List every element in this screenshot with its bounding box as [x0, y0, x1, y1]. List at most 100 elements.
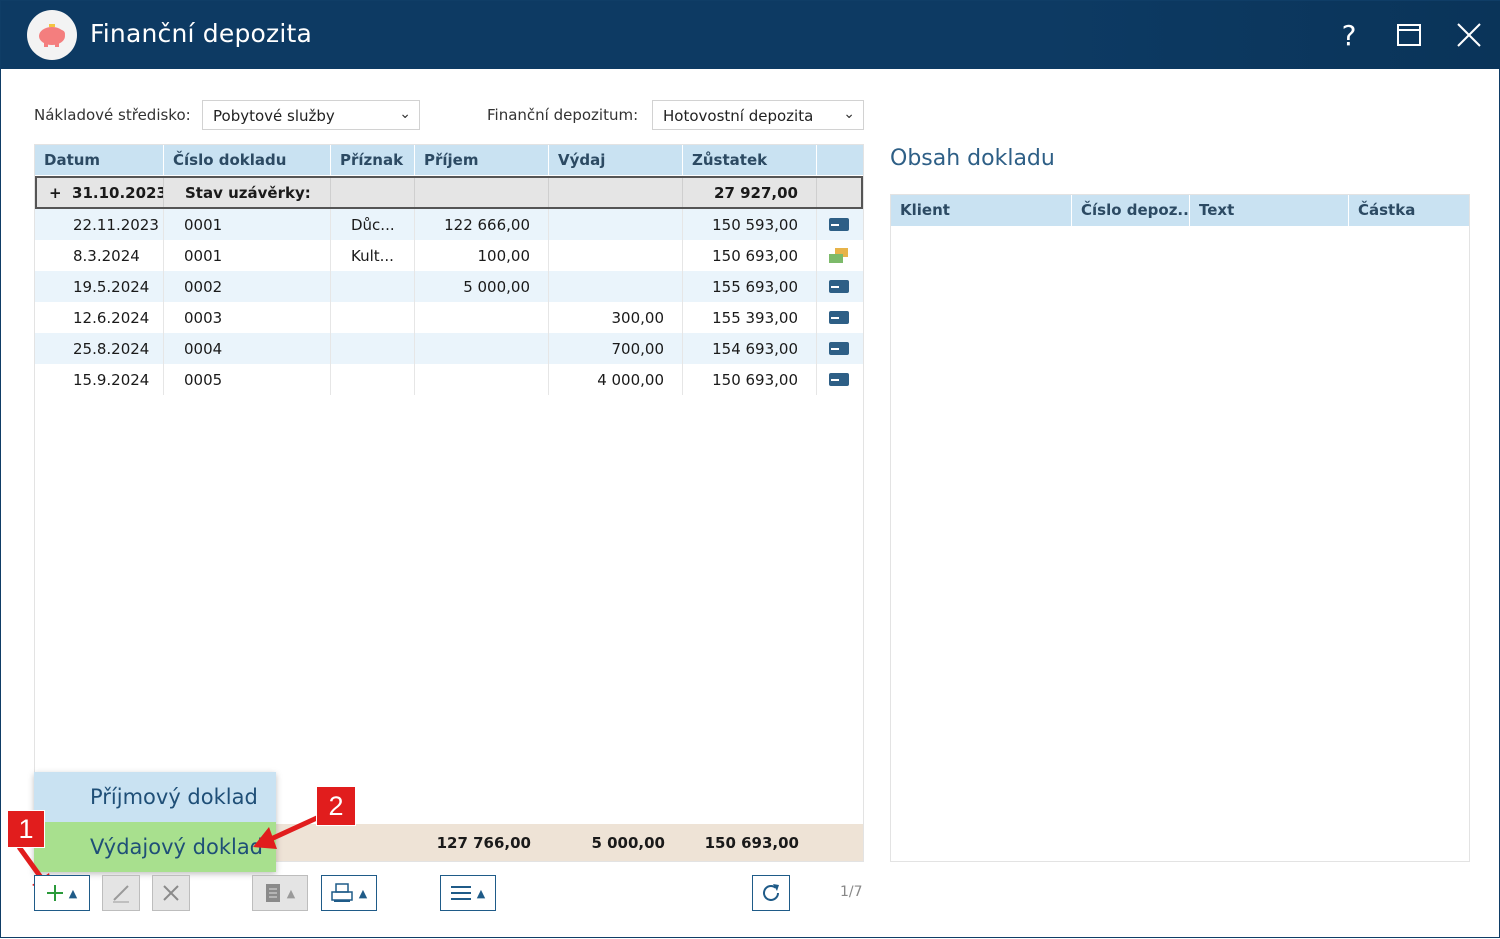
- cell-income: [415, 333, 549, 364]
- summary-date-cell: + 31.10.2023: [37, 178, 164, 207]
- refresh-button[interactable]: [752, 875, 790, 911]
- annotation-marker-2: 2: [316, 786, 356, 826]
- card-icon: [829, 373, 849, 386]
- expand-icon[interactable]: +: [49, 184, 62, 202]
- summary-row[interactable]: + 31.10.2023 Stav uzávěrky: 27 927,00: [35, 176, 863, 209]
- add-button[interactable]: ▲: [34, 875, 90, 911]
- column-header-doc-number[interactable]: Číslo dokladu: [164, 145, 331, 175]
- deposit-value: Hotovostní depozita: [663, 107, 814, 125]
- table-row[interactable]: 15.9.2024 0005 4 000,00 150 693,00: [35, 364, 863, 395]
- edit-button[interactable]: [102, 875, 140, 911]
- close-icon: [1457, 23, 1481, 47]
- cell-flag: [331, 333, 415, 364]
- cell-date: 22.11.2023: [35, 209, 164, 240]
- print-button[interactable]: ▲: [321, 875, 377, 911]
- maximize-button[interactable]: [1389, 15, 1429, 55]
- cell-flag: [331, 364, 415, 395]
- table-row[interactable]: 25.8.2024 0004 700,00 154 693,00: [35, 333, 863, 364]
- column-header-date[interactable]: Datum: [35, 145, 164, 175]
- cell-expense: 4 000,00: [549, 364, 683, 395]
- cell-type: [817, 271, 863, 302]
- cell-type: [817, 364, 863, 395]
- cell-doc-number: 0001: [164, 240, 331, 271]
- help-button[interactable]: ?: [1329, 15, 1369, 55]
- summary-balance: 27 927,00: [683, 178, 817, 207]
- printer-icon: [331, 883, 353, 902]
- deposit-grid[interactable]: Datum Číslo dokladu Příznak Příjem Výdaj…: [34, 144, 864, 862]
- page-indicator: 1/7: [840, 884, 863, 900]
- deposit-select[interactable]: Hotovostní depozita ⌄: [652, 100, 864, 130]
- cell-date: 19.5.2024: [35, 271, 164, 302]
- chevron-down-icon: ⌄: [399, 106, 411, 122]
- cell-income: [415, 364, 549, 395]
- cell-flag: Kult...: [331, 240, 415, 271]
- table-row[interactable]: 22.11.2023 0001 Důc... 122 666,00 150 593,00: [35, 209, 863, 240]
- deposit-label: Finanční depozitum:: [487, 106, 639, 124]
- question-mark-icon: ?: [1341, 18, 1357, 52]
- document-icon: [265, 884, 280, 902]
- cell-balance: 155 393,00: [683, 302, 817, 333]
- column-header-flag[interactable]: Příznak: [331, 145, 415, 175]
- cell-doc-number: 0003: [164, 302, 331, 333]
- column-header-income[interactable]: Příjem: [415, 145, 549, 175]
- cell-income: 122 666,00: [415, 209, 549, 240]
- column-header-amount[interactable]: Částka: [1349, 195, 1469, 226]
- detail-panel-title: Obsah dokladu: [890, 146, 1055, 171]
- card-icon: [829, 311, 849, 324]
- window-title: Finanční depozita: [90, 19, 313, 48]
- cell-date: 12.6.2024: [35, 302, 164, 333]
- window: Finanční depozita ? Nákladové středisko:…: [0, 0, 1500, 938]
- table-row[interactable]: 12.6.2024 0003 300,00 155 393,00: [35, 302, 863, 333]
- summary-flag: [331, 178, 415, 207]
- card-icon: [829, 218, 849, 231]
- column-header-type: [817, 145, 863, 175]
- refresh-icon: [763, 884, 779, 901]
- caret-up-icon: ▲: [476, 886, 486, 900]
- cell-balance: 155 693,00: [683, 271, 817, 302]
- close-icon: [163, 885, 179, 901]
- maximize-icon: [1397, 24, 1421, 46]
- document-button[interactable]: ▲: [252, 875, 308, 911]
- column-header-balance[interactable]: Zůstatek: [683, 145, 817, 175]
- column-header-client[interactable]: Klient: [891, 195, 1072, 226]
- cost-center-select[interactable]: Pobytové služby ⌄: [202, 100, 420, 130]
- cell-flag: Důc...: [331, 209, 415, 240]
- cell-expense: [549, 240, 683, 271]
- menu-item-expense-document[interactable]: Výdajový doklad: [34, 822, 276, 872]
- card-icon: [829, 280, 849, 293]
- cell-income: 100,00: [415, 240, 549, 271]
- cost-center-label: Nákladové středisko:: [34, 106, 191, 124]
- delete-button[interactable]: [152, 875, 190, 911]
- cell-type: [817, 209, 863, 240]
- total-expense: 5 000,00: [591, 834, 665, 852]
- column-header-deposit-number[interactable]: Číslo depoz...: [1072, 195, 1190, 226]
- title-bar: Finanční depozita ?: [1, 1, 1500, 69]
- table-row[interactable]: 19.5.2024 0002 5 000,00 155 693,00: [35, 271, 863, 302]
- cell-expense: 300,00: [549, 302, 683, 333]
- cell-date: 25.8.2024: [35, 333, 164, 364]
- cell-flag: [331, 271, 415, 302]
- piggy-bank-icon: [27, 10, 77, 60]
- hamburger-icon: [450, 886, 471, 900]
- menu-button[interactable]: ▲: [440, 875, 496, 911]
- column-header-text[interactable]: Text: [1190, 195, 1349, 226]
- table-row[interactable]: 8.3.2024 0001 Kult... 100,00 150 693,00: [35, 240, 863, 271]
- close-button[interactable]: [1449, 15, 1489, 55]
- cell-doc-number: 0001: [164, 209, 331, 240]
- menu-item-income-document[interactable]: Příjmový doklad: [34, 772, 276, 822]
- cell-doc-number: 0002: [164, 271, 331, 302]
- cell-income: [415, 302, 549, 333]
- total-income: 127 766,00: [436, 834, 531, 852]
- cell-balance: 154 693,00: [683, 333, 817, 364]
- column-header-expense[interactable]: Výdaj: [549, 145, 683, 175]
- cell-type: [817, 240, 863, 271]
- cell-date: 15.9.2024: [35, 364, 164, 395]
- cell-balance: 150 593,00: [683, 209, 817, 240]
- detail-grid-header: Klient Číslo depoz... Text Částka: [891, 195, 1469, 226]
- cell-expense: [549, 209, 683, 240]
- summary-label: Stav uzávěrky:: [164, 178, 331, 207]
- detail-grid[interactable]: Klient Číslo depoz... Text Částka: [890, 194, 1470, 862]
- annotation-marker-1: 1: [7, 810, 45, 848]
- cell-expense: 700,00: [549, 333, 683, 364]
- caret-up-icon: ▲: [358, 886, 368, 900]
